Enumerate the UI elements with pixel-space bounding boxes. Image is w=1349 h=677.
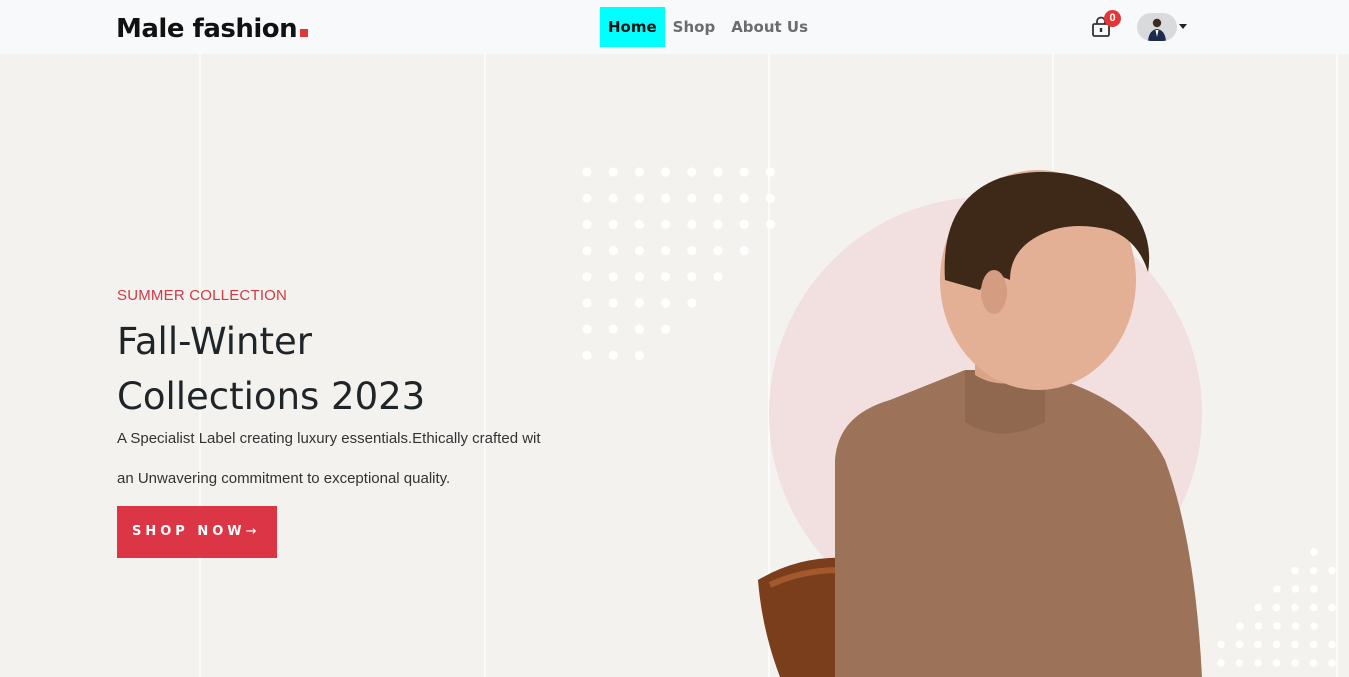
nav-about-us[interactable]: About Us [723,7,816,47]
arrow-right-icon: → [245,524,257,539]
nav-links: Home Shop About Us [600,7,816,47]
cart-count-badge: 0 [1104,10,1121,27]
nav-shop[interactable]: Shop [665,7,724,47]
brand-dot [300,29,309,37]
navbar: Male fashion Home Shop About Us 0 [0,0,1349,54]
hero-desc-line2: an Unwavering commitment to exceptional … [117,470,451,487]
nav-home[interactable]: Home [600,7,665,47]
avatar [1137,13,1177,41]
shop-now-label: SHOP NOW [132,524,246,539]
hero-title-line1: Fall-Winter [117,320,312,363]
user-menu[interactable] [1137,13,1189,41]
brand-name: Male fashion [116,14,298,44]
shop-now-button[interactable]: SHOP NOW→ [117,506,277,558]
brand-logo[interactable]: Male fashion [116,12,309,46]
caret-down-icon [1179,24,1187,29]
hero-title: Fall-Winter Collections 2023 [117,314,537,424]
hero-title-line2: Collections 2023 [117,375,426,418]
hero-subtitle: SUMMER COLLECTION [117,287,288,304]
hero-description: A Specialist Label creating luxury essen… [117,419,577,499]
model-image [758,170,1202,677]
hero-desc-line1: A Specialist Label creating luxury essen… [117,430,541,447]
